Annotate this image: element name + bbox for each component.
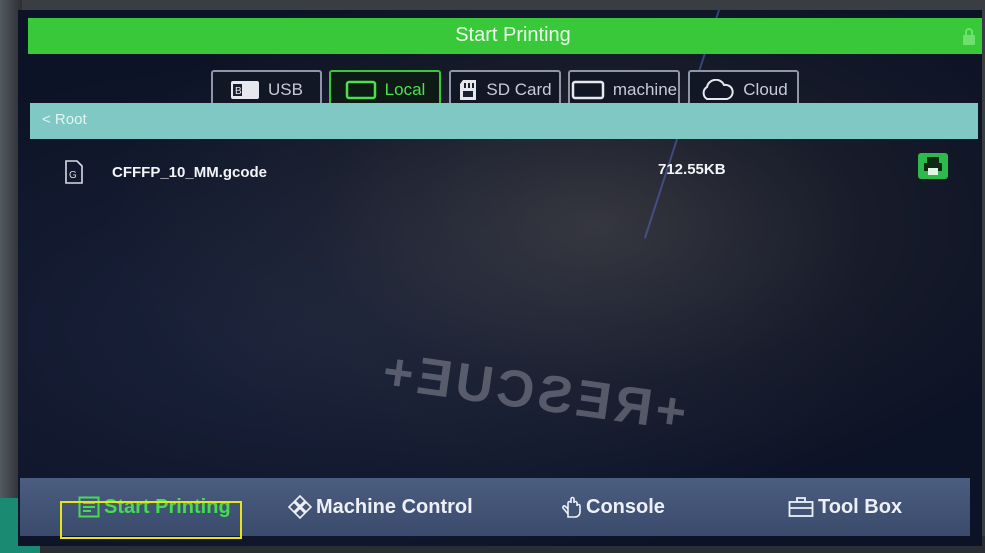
dpad-icon [288,495,312,519]
touchscreen: +RESCUE+ Start Printing B USB Local SD C… [18,10,982,546]
cloud-icon [699,79,735,101]
gcode-file-icon: G [64,160,84,189]
svg-text:B: B [235,86,242,97]
nav-tool-box[interactable]: Tool Box [788,492,902,522]
sd-card-icon [458,79,478,101]
title-bar: Start Printing [28,18,982,54]
breadcrumb[interactable]: < Root [30,103,978,139]
tab-usb-label: USB [268,80,303,99]
nav-console[interactable]: Console [562,492,665,522]
usb-icon: B [230,80,260,100]
tab-cloud-label: Cloud [743,80,788,99]
nav-console-label: Console [586,495,665,518]
tab-sd-card-label: SD Card [486,80,552,99]
file-list-item[interactable]: G CFFFP_10_MM.gcode 712.55KB [34,150,974,196]
page-title: Start Printing [455,24,571,46]
toolbox-icon [788,496,814,518]
breadcrumb-root[interactable]: < Root [42,111,87,128]
selection-highlight [60,501,242,539]
file-size: 712.55KB [658,161,726,178]
tab-local-label: Local [384,80,426,99]
hand-icon [562,495,582,519]
nav-machine-control[interactable]: Machine Control [288,492,473,522]
lock-icon[interactable] [962,27,976,45]
print-file-button[interactable] [918,153,948,179]
print-icon [924,157,942,175]
svg-text:G: G [69,170,77,181]
local-storage-icon [345,80,377,100]
tab-machine-label: machine [612,80,678,99]
reflection-glare: +RESCUE+ [375,341,690,443]
nav-machine-control-label: Machine Control [316,495,473,518]
nav-tool-box-label: Tool Box [818,495,903,518]
machine-icon [571,80,605,100]
file-name: CFFFP_10_MM.gcode [112,164,268,181]
